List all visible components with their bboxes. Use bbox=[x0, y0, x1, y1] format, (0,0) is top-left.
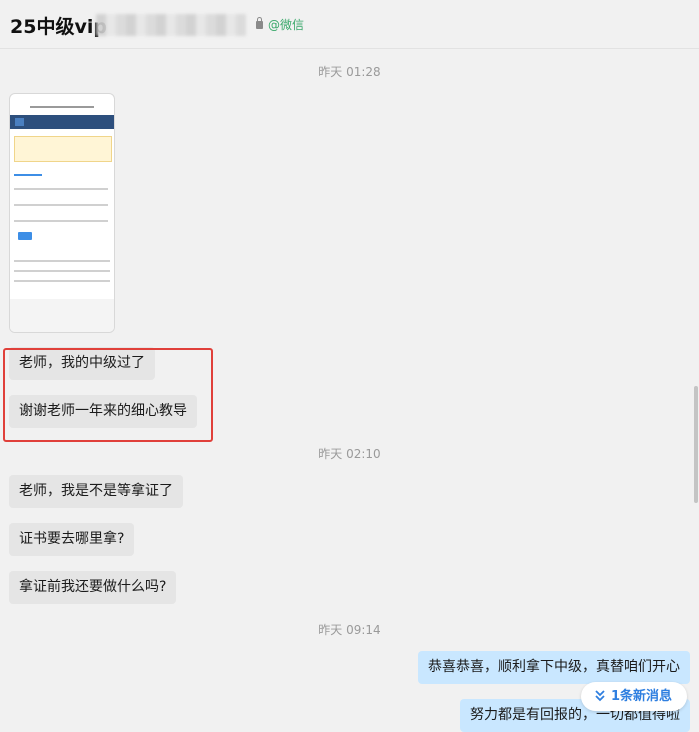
message-bubble[interactable]: 老师，我是不是等拿证了 bbox=[9, 475, 183, 508]
highlight-box bbox=[3, 348, 213, 442]
thumb-field bbox=[14, 204, 108, 206]
thumb-tab bbox=[14, 174, 42, 176]
scrollbar[interactable] bbox=[693, 48, 699, 732]
timestamp: 昨天 09:14 bbox=[318, 623, 381, 637]
lock-icon bbox=[256, 17, 263, 29]
scrollbar-thumb[interactable] bbox=[694, 386, 698, 503]
timestamp: 昨天 02:10 bbox=[318, 447, 381, 461]
chat-title[interactable]: 25中级vip bbox=[10, 12, 107, 39]
reply-bubble[interactable]: 恭喜恭喜，顺利拿下中级，真替咱们开心 bbox=[418, 651, 690, 684]
thumb-table-row bbox=[14, 260, 110, 262]
wechat-tag: @微信 bbox=[256, 16, 304, 33]
thumb-field bbox=[14, 188, 108, 190]
home-icon bbox=[15, 118, 24, 126]
thumb-footer bbox=[10, 299, 114, 332]
thumb-nav-bar bbox=[10, 115, 114, 129]
message-bubble[interactable]: 拿证前我还要做什么吗? bbox=[9, 571, 177, 604]
thumb-notice bbox=[14, 136, 112, 162]
redacted-name bbox=[96, 14, 246, 36]
double-chevron-down-icon bbox=[595, 690, 605, 702]
new-messages-label: 1条新消息 bbox=[611, 689, 673, 704]
thumb-button bbox=[18, 232, 32, 240]
timestamp: 昨天 01:28 bbox=[318, 65, 381, 79]
message-bubble[interactable]: 证书要去哪里拿? bbox=[9, 523, 135, 556]
thumb-field bbox=[14, 220, 108, 222]
thumb-title-line bbox=[30, 106, 94, 108]
screenshot-image-message[interactable] bbox=[9, 93, 115, 333]
thumb-table-row bbox=[14, 270, 110, 272]
new-messages-button[interactable]: 1条新消息 bbox=[581, 682, 687, 711]
chat-header: 25中级vip @微信 bbox=[0, 0, 699, 49]
thumb-table-row bbox=[14, 280, 110, 282]
wechat-tag-label: @微信 bbox=[268, 18, 305, 32]
